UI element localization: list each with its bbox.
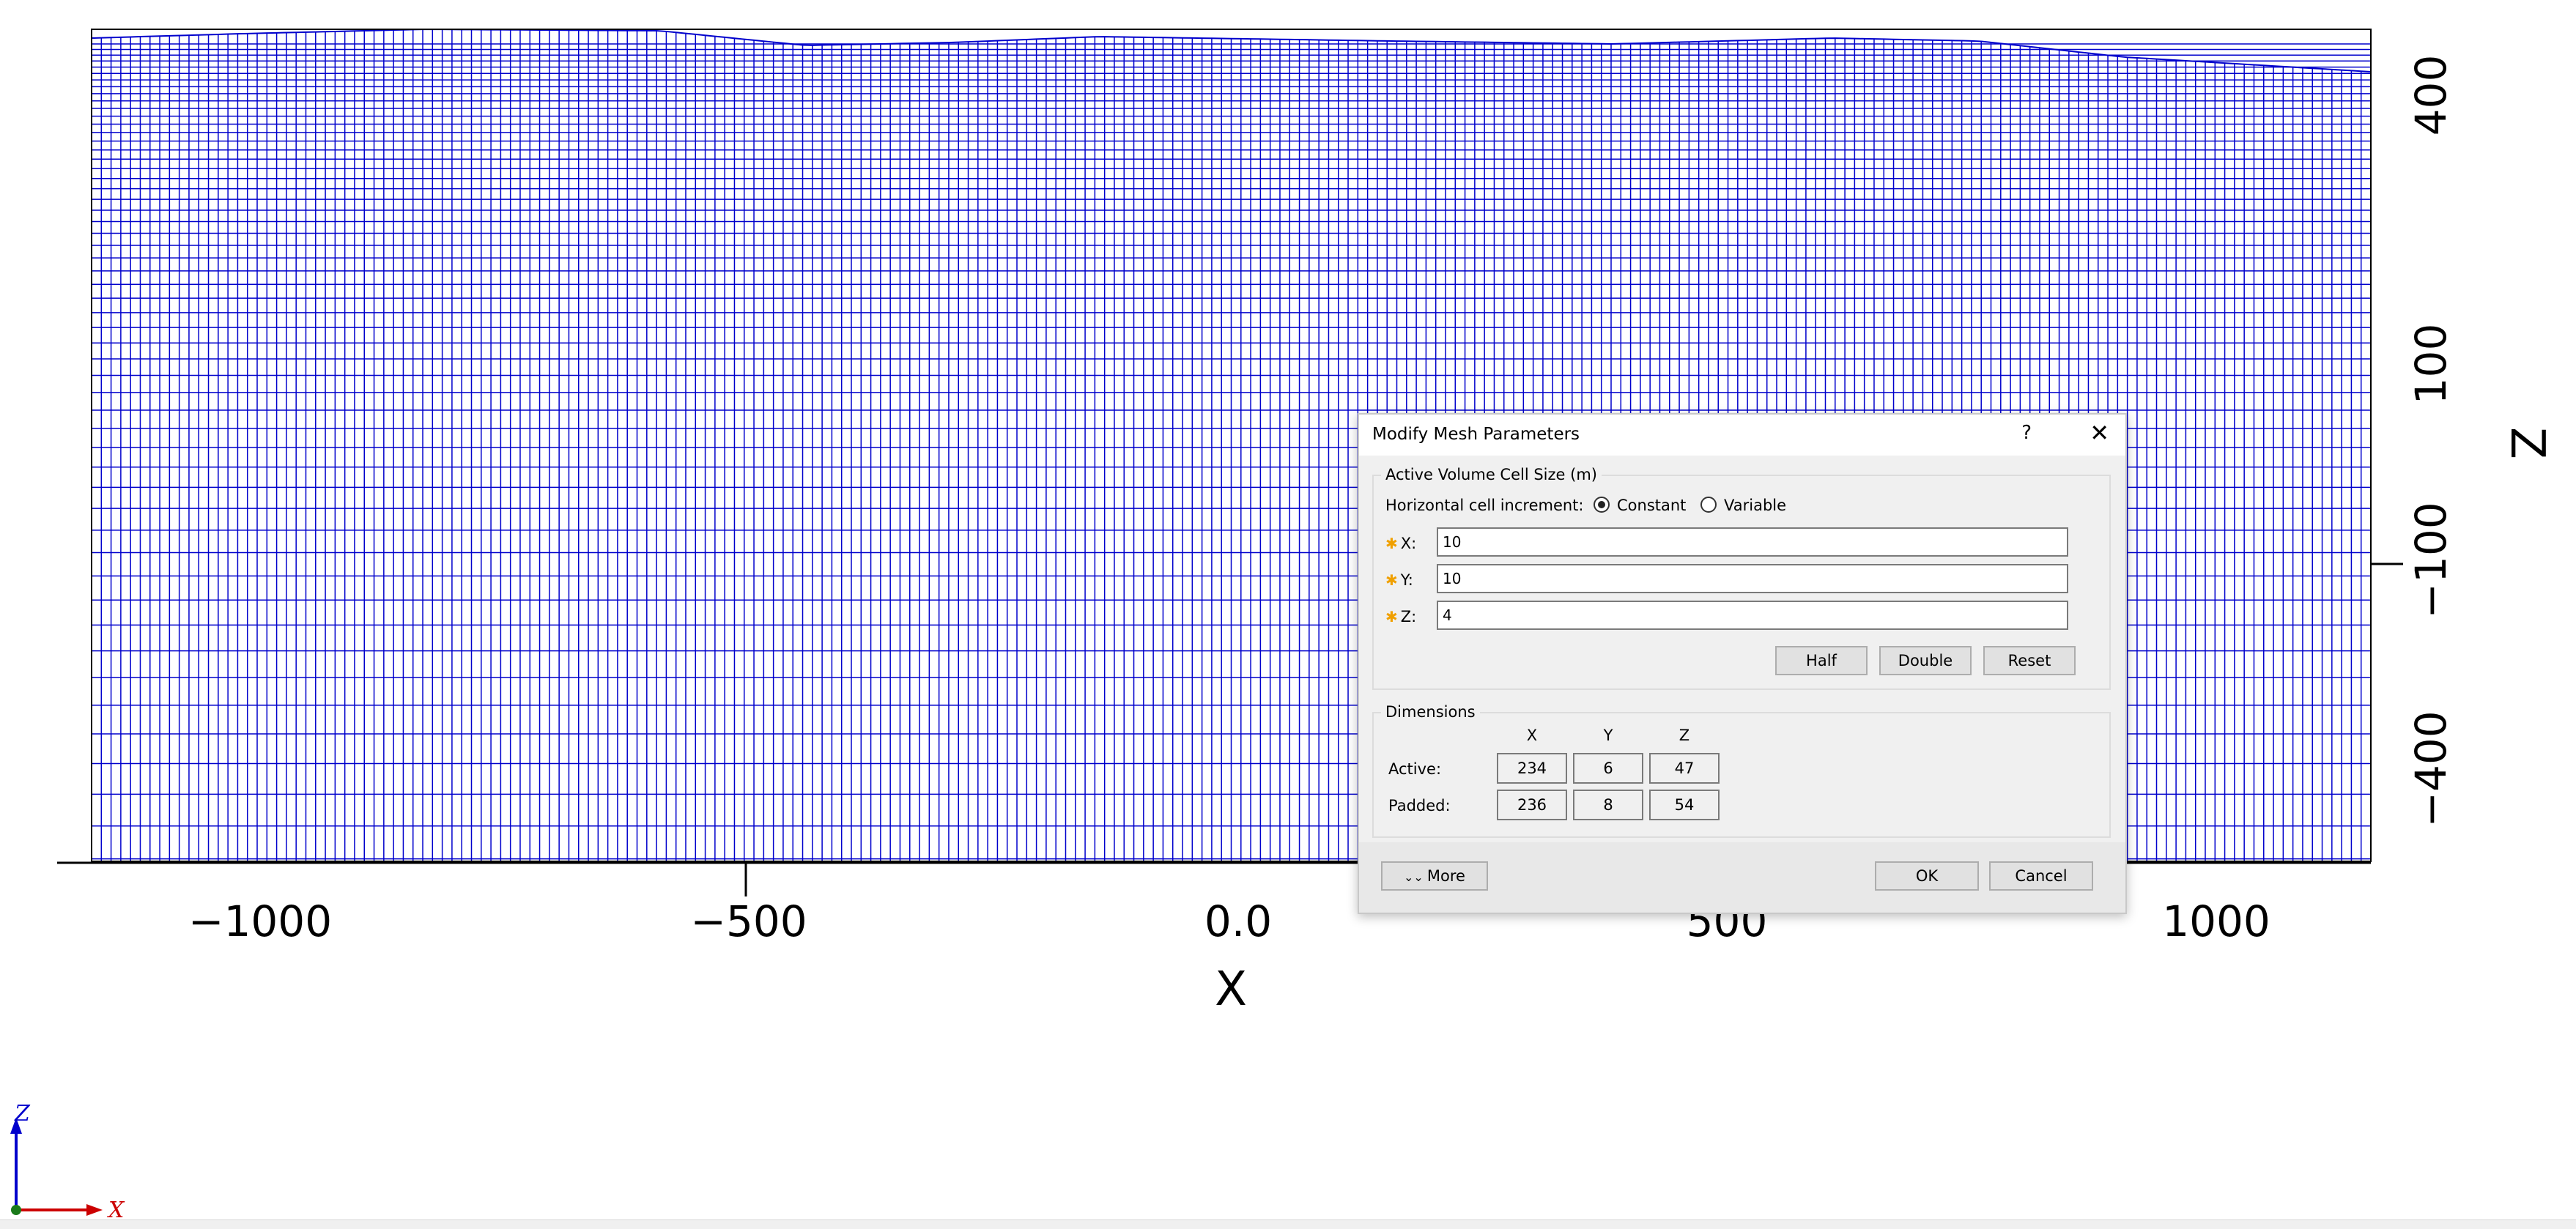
active-volume-group: Active Volume Cell Size (m) Horizontal c… xyxy=(1372,466,2111,690)
x-field-label: ✱ X: xyxy=(1385,535,1417,552)
active-z-value: 47 xyxy=(1649,753,1720,784)
column-header-x: X xyxy=(1526,727,1538,744)
half-button[interactable]: Half xyxy=(1775,646,1868,675)
mesh-viewport[interactable]: −1000 −500 0.0 500 1000 X 400 100 −100 −… xyxy=(0,0,2576,1228)
cell-size-z-input[interactable]: 4 xyxy=(1437,601,2068,630)
z-tick-label: −400 xyxy=(2406,710,2456,827)
active-volume-group-title: Active Volume Cell Size (m) xyxy=(1381,466,1602,483)
orientation-triad: Z X xyxy=(10,1101,125,1223)
radio-variable-label[interactable]: Variable xyxy=(1724,497,1786,514)
z-axis-label: Z xyxy=(2500,427,2554,459)
dialog-title: Modify Mesh Parameters xyxy=(1372,425,1580,444)
required-icon: ✱ xyxy=(1385,608,1398,625)
dialog-footer: ⌄⌄ More OK Cancel xyxy=(1359,842,2125,913)
help-icon[interactable]: ? xyxy=(2021,422,2032,444)
x-tick-label: 1000 xyxy=(2162,896,2270,946)
cell-size-y-input[interactable]: 10 xyxy=(1437,564,2068,593)
column-header-y: Y xyxy=(1603,727,1613,744)
padded-x-value: 236 xyxy=(1497,790,1567,820)
padded-row-label: Padded: xyxy=(1388,797,1451,814)
status-bar xyxy=(0,1219,2576,1229)
z-field-label: ✱ Z: xyxy=(1385,608,1417,625)
required-icon: ✱ xyxy=(1385,571,1398,589)
x-tick-label: −1000 xyxy=(188,896,332,946)
more-button[interactable]: ⌄⌄ More xyxy=(1381,861,1488,891)
z-tick-label: 100 xyxy=(2406,324,2456,405)
modify-mesh-dialog[interactable]: Modify Mesh Parameters ? ✕ Active Volume… xyxy=(1358,413,2127,914)
reset-button[interactable]: Reset xyxy=(1983,646,2076,675)
required-icon: ✱ xyxy=(1385,535,1398,552)
chevron-down-icon: ⌄⌄ xyxy=(1404,870,1427,884)
ok-button[interactable]: OK xyxy=(1875,861,1979,891)
close-icon[interactable]: ✕ xyxy=(2090,419,2109,447)
x-axis-label: X xyxy=(1215,962,1247,1017)
dialog-titlebar[interactable]: Modify Mesh Parameters ? ✕ xyxy=(1359,415,2125,456)
cancel-button[interactable]: Cancel xyxy=(1989,861,2093,891)
x-tick-label: −500 xyxy=(690,896,807,946)
z-tick-label: 400 xyxy=(2406,55,2456,136)
padded-z-value: 54 xyxy=(1649,790,1720,820)
dimensions-group-title: Dimensions xyxy=(1381,703,1480,721)
triad-x-arrow xyxy=(86,1204,103,1216)
triad-z-label: Z xyxy=(14,1101,31,1126)
padded-y-value: 8 xyxy=(1573,790,1643,820)
x-tick-label: 0.0 xyxy=(1204,896,1272,946)
radio-constant[interactable] xyxy=(1594,497,1610,513)
triad-origin xyxy=(11,1205,21,1215)
radio-variable[interactable] xyxy=(1700,497,1717,513)
double-button[interactable]: Double xyxy=(1879,646,1972,675)
y-field-label: ✱ Y: xyxy=(1385,571,1413,589)
cell-size-x-input[interactable]: 10 xyxy=(1437,527,2068,557)
horizontal-increment-label: Horizontal cell increment: xyxy=(1385,497,1584,514)
radio-constant-label[interactable]: Constant xyxy=(1617,497,1686,514)
column-header-z: Z xyxy=(1679,727,1690,744)
active-row-label: Active: xyxy=(1388,760,1442,778)
active-y-value: 6 xyxy=(1573,753,1643,784)
mesh-plot: −1000 −500 0.0 500 1000 X 400 100 −100 −… xyxy=(10,29,2554,1223)
z-tick-label: −100 xyxy=(2406,502,2456,618)
active-x-value: 234 xyxy=(1497,753,1567,784)
dimensions-group: Dimensions X Y Z Active: 234 6 47 Padded… xyxy=(1372,703,2111,838)
